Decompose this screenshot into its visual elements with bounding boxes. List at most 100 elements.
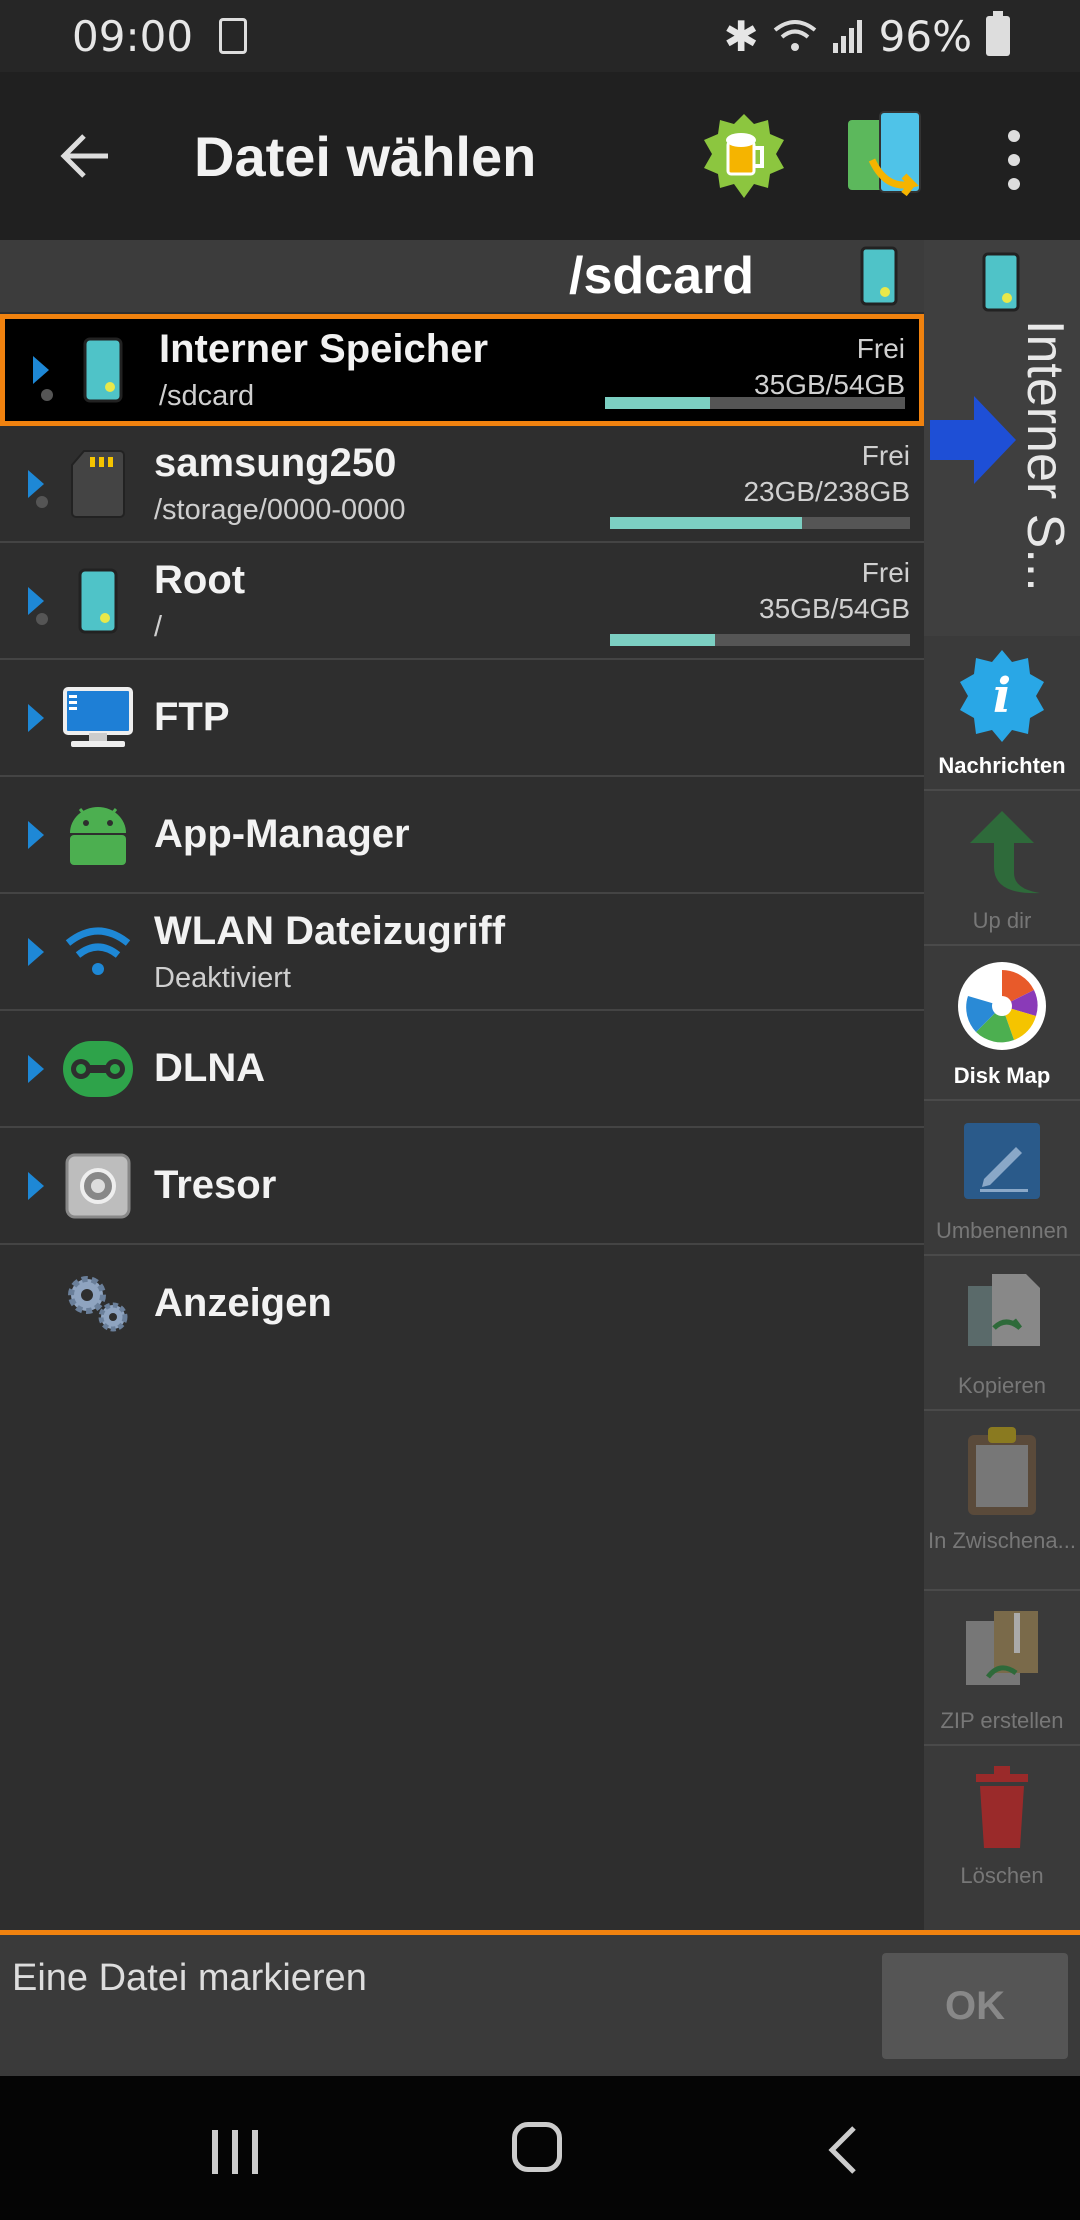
swap-panels-icon[interactable]	[846, 110, 926, 202]
up-arrow-icon	[970, 811, 1040, 894]
phone-storage-icon	[65, 332, 141, 408]
list-item-anzeigen[interactable]: Anzeigen	[0, 1245, 924, 1362]
expand-icon	[28, 586, 44, 615]
item-text: samsung250 /storage/0000-0000	[154, 441, 406, 527]
list-item-tresor[interactable]: Tresor	[0, 1128, 924, 1245]
clipboard-icon	[968, 1427, 1036, 1515]
tool-label: Nachrichten	[938, 753, 1066, 778]
usage-bar	[605, 397, 905, 409]
signal-icon	[832, 20, 862, 53]
messages-button[interactable]: i Nachrichten	[924, 636, 1080, 791]
recent-apps-button[interactable]	[212, 2130, 258, 2174]
status-time: 09:00	[72, 11, 194, 61]
trash-icon	[976, 1766, 1028, 1848]
item-path: /storage/0000-0000	[154, 493, 406, 526]
home-button[interactable]	[512, 2122, 562, 2172]
arrow-right-icon	[930, 396, 1016, 484]
page-title: Datei wählen	[194, 124, 537, 188]
ok-button[interactable]: OK	[882, 1953, 1068, 2059]
android-icon	[60, 797, 136, 873]
item-text: Interner Speicher /sdcard	[159, 327, 488, 413]
zip-icon	[966, 1611, 1038, 1685]
up-dir-button[interactable]: Up dir	[924, 791, 1080, 946]
list-item-dlna[interactable]: DLNA	[0, 1011, 924, 1128]
back-button[interactable]	[40, 111, 130, 201]
copy-icon	[968, 1274, 1040, 1346]
zip-button[interactable]: ZIP erstellen	[924, 1591, 1080, 1746]
clipboard-button[interactable]: In Zwischena...	[924, 1411, 1080, 1591]
expand-icon	[28, 820, 44, 849]
selection-prompt: Eine Datei markieren	[12, 1957, 367, 1999]
rename-icon	[964, 1123, 1040, 1199]
safe-icon	[60, 1148, 136, 1224]
item-text: Tresor	[154, 1163, 276, 1208]
tool-label: Umbenennen	[935, 1218, 1069, 1243]
selection-footer: Eine Datei markieren OK	[0, 1930, 1080, 2076]
current-path: /sdcard	[569, 247, 754, 305]
usage-fill	[605, 397, 710, 409]
copy-button[interactable]: Kopieren	[924, 1256, 1080, 1411]
expand-icon	[28, 1054, 44, 1083]
sim-icon	[219, 18, 248, 54]
item-name: Root	[154, 557, 246, 602]
path-bar[interactable]: /sdcard	[0, 240, 924, 312]
item-name: Interner Speicher	[159, 327, 489, 371]
delete-button[interactable]: Löschen	[924, 1746, 1080, 1901]
monitor-icon	[60, 680, 136, 756]
item-text: FTP	[154, 695, 230, 740]
tool-label: Up dir	[972, 908, 1032, 933]
status-dot	[41, 389, 53, 401]
list-item-samsung250[interactable]: samsung250 /storage/0000-0000 Frei 23GB/…	[0, 426, 924, 543]
phone-storage-icon	[60, 563, 136, 639]
usage-fill	[610, 634, 715, 646]
beer-icon[interactable]	[700, 112, 788, 200]
status-right: ✱ 96%	[723, 11, 1010, 61]
tool-label: Disk Map	[953, 1063, 1051, 1088]
item-text: Root /	[154, 558, 245, 644]
item-name: Anzeigen	[154, 1281, 332, 1325]
item-text: WLAN Dateizugriff Deaktiviert	[154, 909, 505, 995]
overflow-menu-button[interactable]	[1000, 130, 1028, 190]
battery-percent: 96%	[878, 11, 972, 61]
item-text: DLNA	[154, 1046, 265, 1091]
status-dot	[36, 496, 48, 508]
rename-button[interactable]: Umbenennen	[924, 1101, 1080, 1256]
arrow-left-icon	[60, 134, 108, 178]
free-space: Frei 35GB/54GB	[759, 555, 910, 627]
list-item-app-manager[interactable]: App-Manager	[0, 777, 924, 894]
list-item-wlan[interactable]: WLAN Dateizugriff Deaktiviert	[0, 894, 924, 1011]
tool-label: In Zwischena...	[928, 1528, 1076, 1553]
free-value: 35GB/54GB	[759, 593, 910, 624]
wifi-icon	[773, 20, 816, 51]
expand-icon	[28, 937, 44, 966]
free-label: Frei	[856, 333, 905, 364]
nav-back-button[interactable]	[826, 2124, 858, 2176]
list-item-internal-storage[interactable]: Interner Speicher /sdcard Frei 35GB/54GB	[0, 314, 924, 426]
free-space: Frei 23GB/238GB	[743, 438, 910, 510]
list-item-ftp[interactable]: FTP	[0, 660, 924, 777]
free-label: Frei	[861, 440, 910, 471]
list-item-root[interactable]: Root / Frei 35GB/54GB	[0, 543, 924, 660]
expand-icon	[28, 703, 44, 732]
item-name: Tresor	[154, 1163, 277, 1207]
item-name: WLAN Dateizugriff	[154, 908, 506, 953]
tool-label: ZIP erstellen	[940, 1708, 1064, 1733]
item-name: DLNA	[154, 1046, 266, 1090]
phone-storage-icon	[860, 246, 898, 306]
wifi-icon	[60, 914, 136, 990]
free-space: Frei 35GB/54GB	[754, 331, 905, 403]
info-icon: i	[960, 650, 1044, 742]
battery-icon	[986, 11, 1010, 56]
usage-bar	[610, 517, 910, 529]
svg-text:i: i	[993, 668, 1011, 724]
free-value: 23GB/238GB	[743, 476, 910, 507]
expand-icon	[28, 469, 44, 498]
system-nav-bar	[0, 2076, 1080, 2220]
disk-map-icon	[958, 962, 1046, 1050]
free-label: Frei	[861, 557, 910, 588]
item-text: App-Manager	[154, 812, 410, 857]
item-name: FTP	[154, 695, 230, 739]
item-path: /	[154, 610, 163, 643]
status-bar: 09:00 ✱ 96%	[0, 0, 1080, 72]
disk-map-button[interactable]: Disk Map	[924, 946, 1080, 1101]
